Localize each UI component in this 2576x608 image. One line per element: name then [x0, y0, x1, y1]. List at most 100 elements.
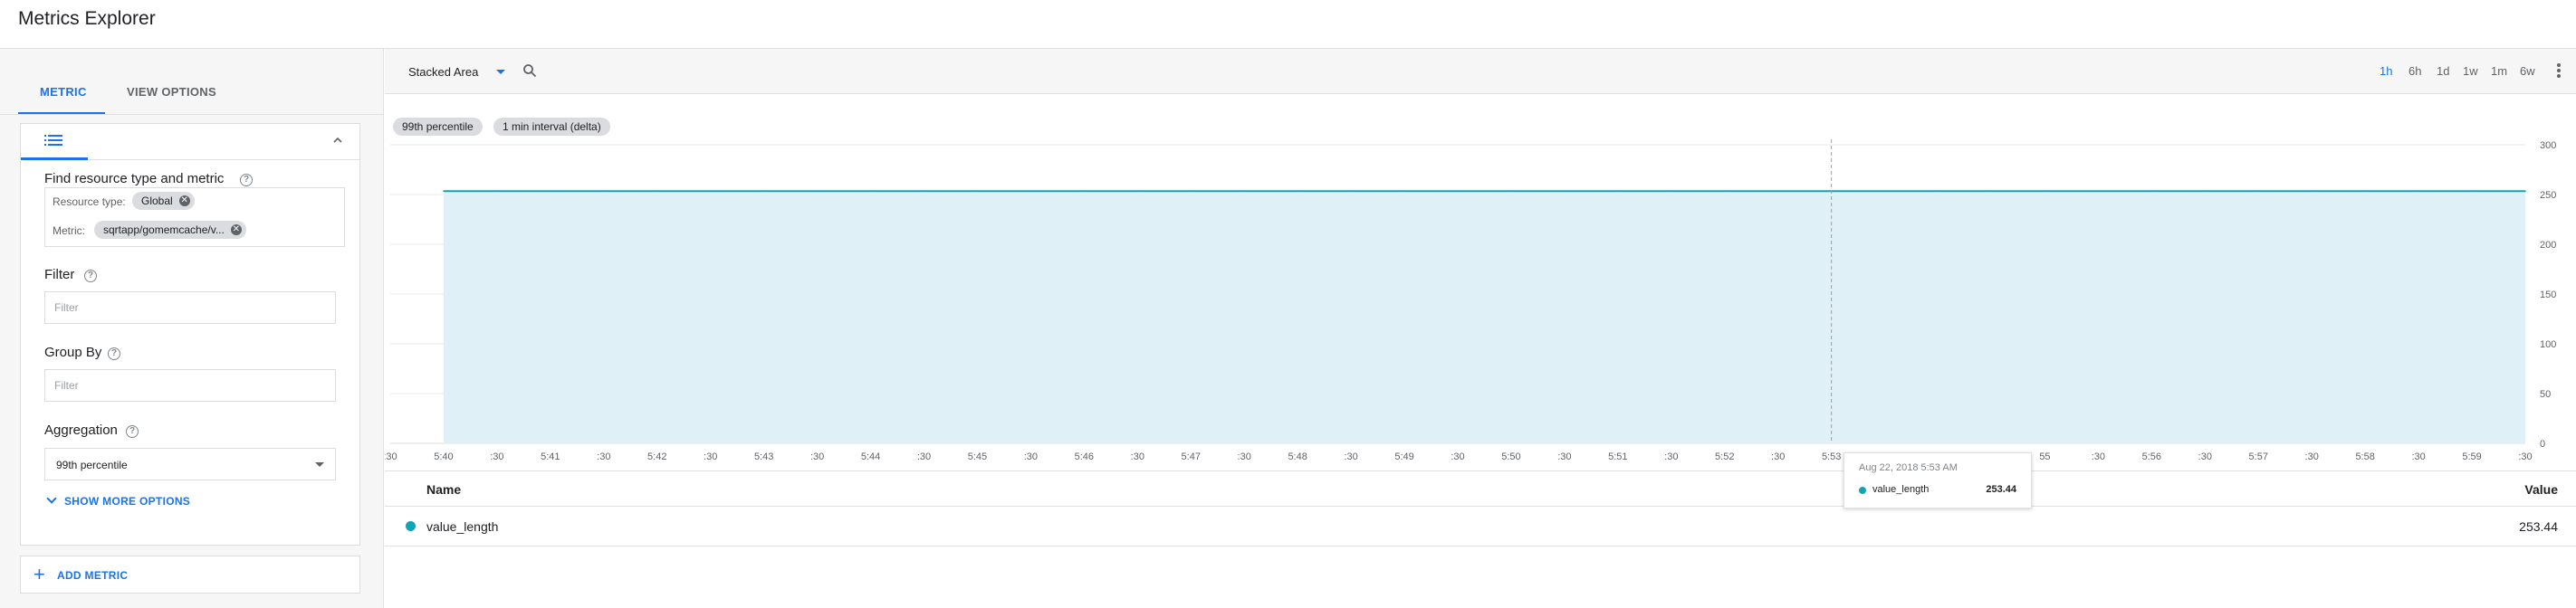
stacked-area-chart[interactable]: 0 50 100 150 200 250 300:30 5:40:30 5:41:30 5:42:…: [385, 139, 2576, 469]
aggregation-label: Aggregation: [44, 423, 118, 438]
data-point: [1350, 190, 1352, 193]
add-metric-label: ADD METRIC: [57, 569, 129, 582]
aligner-chip[interactable]: 99th percentile: [393, 118, 483, 136]
resource-type-value: Global: [141, 195, 173, 207]
tooltip-series-name: value_length: [1872, 484, 1930, 495]
data-point: [976, 190, 979, 193]
time-range-6h[interactable]: 6h: [2408, 64, 2421, 78]
more-vert-icon[interactable]: [2557, 63, 2561, 78]
x-tick-label: 5:49: [1394, 451, 1413, 462]
data-point: [1564, 190, 1566, 193]
y-tick-label: 200: [2540, 240, 2556, 251]
data-point: [1297, 190, 1298, 193]
x-tick-label: 5:50: [1501, 451, 1520, 462]
active-tab-indicator: [18, 112, 105, 114]
legend-name-header: Name: [426, 482, 462, 497]
remove-chip-icon[interactable]: ✕: [178, 195, 190, 206]
metric-chip[interactable]: sqrtapp/gomemcache/v... ✕: [94, 221, 246, 239]
data-point: [923, 190, 925, 193]
x-tick-label: 5:56: [2142, 451, 2161, 462]
y-tick-label: 250: [2540, 190, 2556, 201]
x-tick-label: :30: [1344, 451, 1357, 462]
filter-field[interactable]: [44, 291, 336, 324]
help-icon[interactable]: ?: [84, 270, 97, 282]
x-tick-label: :30: [917, 451, 931, 462]
metric-label: Metric:: [53, 224, 85, 237]
x-tick-label: 5:48: [1288, 451, 1307, 462]
group-by-field[interactable]: [44, 369, 336, 402]
x-tick-label: 5:46: [1075, 451, 1094, 462]
data-point: [2257, 190, 2260, 193]
group-by-input[interactable]: [45, 370, 335, 401]
metric-card-header: [21, 124, 359, 160]
help-icon[interactable]: ?: [240, 174, 253, 186]
x-tick-label: :30: [1131, 451, 1144, 462]
resource-type-label: Resource type:: [53, 195, 126, 208]
search-icon[interactable]: [522, 63, 537, 78]
tab-metric[interactable]: METRIC: [40, 85, 87, 99]
time-range-1d[interactable]: 1d: [2437, 64, 2449, 78]
x-tick-label: :30: [385, 451, 397, 462]
aggregation-value: 99th percentile: [56, 459, 128, 471]
x-tick-label: :30: [1771, 451, 1785, 462]
x-tick-label: :30: [2198, 451, 2212, 462]
dropdown-caret-icon[interactable]: [496, 70, 505, 74]
data-point: [496, 190, 498, 193]
time-range-1w[interactable]: 1w: [2463, 64, 2478, 78]
data-point: [816, 190, 819, 193]
chevron-up-icon[interactable]: [330, 133, 345, 147]
tabs-divider: [0, 114, 384, 115]
tooltip-time: Aug 22, 2018 5:53 AM: [1859, 462, 1958, 473]
x-tick-label: 5:42: [647, 451, 666, 462]
filter-label: Filter: [44, 267, 75, 282]
data-point: [2311, 190, 2313, 193]
x-tick-label: :30: [490, 451, 503, 462]
help-icon[interactable]: ?: [126, 425, 139, 438]
page-title: Metrics Explorer: [18, 8, 156, 29]
data-point: [603, 190, 605, 193]
data-point: [1617, 190, 1619, 193]
filter-input[interactable]: [45, 292, 335, 323]
data-point: [2418, 190, 2419, 193]
interval-chip[interactable]: 1 min interval (delta): [493, 118, 610, 136]
show-more-options-button[interactable]: SHOW MORE OPTIONS: [46, 493, 190, 508]
add-metric-button[interactable]: + ADD METRIC: [20, 556, 360, 594]
x-tick-label: 5:43: [754, 451, 773, 462]
x-tick-label: :30: [1238, 451, 1251, 462]
data-point: [550, 190, 551, 193]
help-icon[interactable]: ?: [108, 347, 120, 360]
time-range-6w[interactable]: 6w: [2520, 64, 2535, 78]
plus-icon: +: [34, 563, 45, 585]
x-tick-label: :30: [1664, 451, 1678, 462]
y-tick-label: 300: [2540, 140, 2556, 151]
chart-type-select[interactable]: Stacked Area: [408, 65, 478, 79]
x-tick-label: :30: [1451, 451, 1464, 462]
x-tick-label: 5:59: [2462, 451, 2481, 462]
data-point: [656, 190, 658, 193]
resource-type-chip[interactable]: Global ✕: [132, 192, 195, 210]
legend-row[interactable]: value_length 253.44: [385, 507, 2576, 546]
legend-series-value: 253.44: [2519, 519, 2558, 534]
time-range-1h[interactable]: 1h: [2380, 64, 2392, 78]
data-point: [1937, 190, 1939, 193]
x-tick-label: :30: [597, 451, 610, 462]
tab-view-options[interactable]: VIEW OPTIONS: [127, 85, 216, 99]
resource-metric-field[interactable]: Resource type: Global ✕ Metric: sqrtapp/…: [44, 187, 345, 247]
x-tick-label: 5:51: [1608, 451, 1627, 462]
time-range-1m[interactable]: 1m: [2491, 64, 2507, 78]
data-point: [2044, 190, 2046, 193]
x-tick-label: :30: [704, 451, 717, 462]
data-point: [2097, 190, 2100, 193]
remove-chip-icon[interactable]: ✕: [230, 224, 242, 235]
app-header: Metrics Explorer: [0, 0, 2576, 49]
data-point: [1457, 190, 1459, 193]
data-point: [1190, 190, 1192, 193]
data-point: [762, 190, 765, 193]
x-tick-label: 5:44: [861, 451, 880, 462]
x-tick-label: :30: [1557, 451, 1571, 462]
list-icon[interactable]: [44, 133, 62, 147]
find-resource-label: Find resource type and metric: [44, 171, 225, 186]
legend-value-header: Value: [2524, 482, 2558, 497]
aggregation-select[interactable]: 99th percentile: [44, 448, 336, 480]
group-by-label: Group By: [44, 345, 102, 360]
